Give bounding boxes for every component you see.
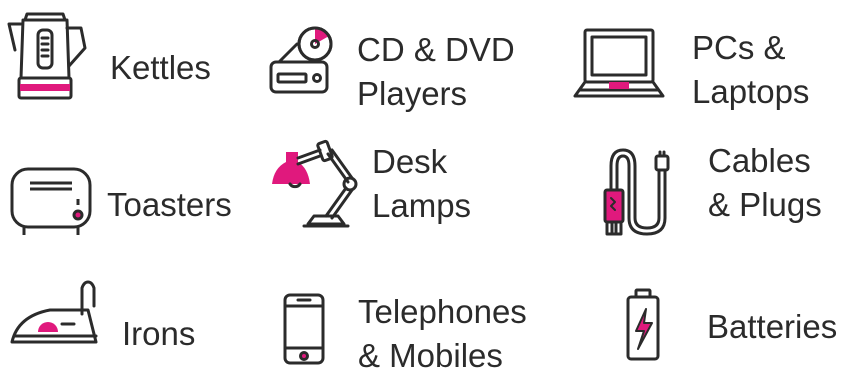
kettle-icon xyxy=(5,8,89,102)
category-label-line-1: PCs & xyxy=(692,29,786,66)
mobile-phone-icon xyxy=(282,292,326,366)
desk-lamp-icon xyxy=(268,139,364,232)
category-label: Kettles xyxy=(110,49,211,86)
category-label-line-2: Lamps xyxy=(372,187,472,224)
category-label-line-1: Telephones xyxy=(358,293,527,330)
category-label: Irons xyxy=(122,315,196,352)
category-label: Toasters xyxy=(107,186,232,223)
category-label-line-2: Laptops xyxy=(692,73,810,110)
battery-icon xyxy=(624,287,662,363)
cd-dvd-player-icon xyxy=(265,18,345,98)
toaster-icon xyxy=(8,165,96,237)
category-label-line-1: Desk xyxy=(372,143,448,180)
category-label-line-2: & Plugs xyxy=(708,186,822,223)
category-label: Batteries xyxy=(707,308,838,345)
category-label-line-1: Cables xyxy=(708,142,811,179)
cable-plug-icon xyxy=(597,142,677,242)
category-label-line-1: CD & DVD xyxy=(357,31,515,68)
category-label-line-2: Players xyxy=(357,75,468,112)
category-label-line-2: & Mobiles xyxy=(358,337,503,374)
laptop-icon xyxy=(573,26,665,102)
iron-icon xyxy=(8,280,104,346)
